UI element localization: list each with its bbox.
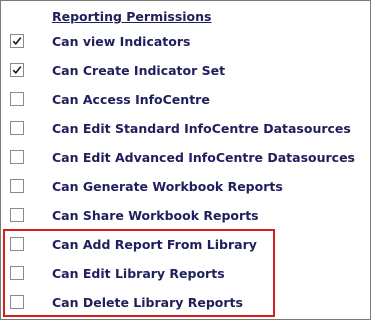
permission-row-share-workbook-reports: Can Share Workbook Reports [1,201,370,230]
view-indicators-checkbox[interactable] [10,34,24,48]
permission-label: Can view Indicators [52,34,191,49]
permission-row-edit-advanced-datasources: Can Edit Advanced InfoCentre Datasources [1,143,370,172]
edit-standard-datasources-checkbox[interactable] [10,121,24,135]
permission-label: Can Delete Library Reports [52,295,243,310]
access-infocentre-checkbox[interactable] [10,92,24,106]
share-workbook-reports-checkbox[interactable] [10,208,24,222]
permission-row-access-infocentre: Can Access InfoCentre [1,85,370,114]
create-indicator-set-checkbox[interactable] [10,63,24,77]
permission-row-edit-library-reports: Can Edit Library Reports [1,259,370,288]
permission-row-add-report-from-library: Can Add Report From Library [1,230,370,259]
permission-label: Can Generate Workbook Reports [52,179,283,194]
edit-advanced-datasources-checkbox[interactable] [10,150,24,164]
permission-row-edit-standard-datasources: Can Edit Standard InfoCentre Datasources [1,114,370,143]
permission-row-delete-library-reports: Can Delete Library Reports [1,288,370,317]
permission-label: Can Create Indicator Set [52,63,226,78]
permission-label: Can Share Workbook Reports [52,208,259,223]
permission-row-create-indicator-set: Can Create Indicator Set [1,56,370,85]
permission-label: Can Edit Advanced InfoCentre Datasources [52,150,355,165]
section-title: Reporting Permissions [52,9,212,24]
permission-row-generate-workbook-reports: Can Generate Workbook Reports [1,172,370,201]
reporting-permissions-panel: Reporting Permissions Can view Indicator… [0,0,371,320]
generate-workbook-reports-checkbox[interactable] [10,179,24,193]
permission-label: Can Edit Standard InfoCentre Datasources [52,121,351,136]
permissions-list: Can view Indicators Can Create Indicator… [1,27,370,317]
checkmark-icon [12,37,22,45]
permission-label: Can Access InfoCentre [52,92,210,107]
checkmark-icon [12,66,22,74]
delete-library-reports-checkbox[interactable] [10,295,24,309]
permission-row-view-indicators: Can view Indicators [1,27,370,56]
permission-label: Can Add Report From Library [52,237,257,252]
add-report-from-library-checkbox[interactable] [10,237,24,251]
edit-library-reports-checkbox[interactable] [10,266,24,280]
permission-label: Can Edit Library Reports [52,266,225,281]
